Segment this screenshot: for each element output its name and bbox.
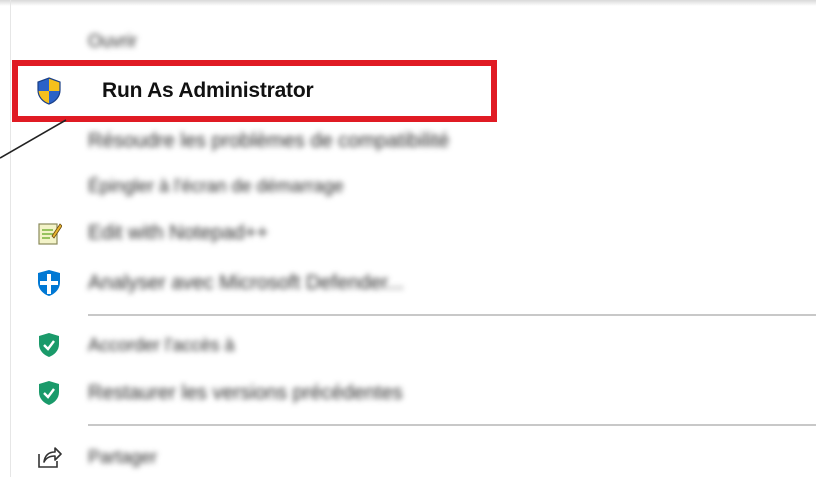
context-menu: Ouvrir Run As Administrator Résoudre les… <box>0 0 816 477</box>
green-shield-icon <box>36 332 62 358</box>
menu-top-edge <box>0 0 816 6</box>
menu-item-label: Épingler à l'écran de démarrage <box>88 175 344 196</box>
defender-icon <box>36 270 62 296</box>
menu-item-label: Edit with Notepad++ <box>88 221 269 244</box>
menu-item-pin-to-start[interactable]: Épingler à l'écran de démarrage <box>0 163 816 209</box>
menu-item-scan-with-defender[interactable]: Analyser avec Microsoft Defender... <box>0 260 816 306</box>
menu-separator <box>88 424 816 426</box>
menu-separator <box>88 314 816 316</box>
menu-item-share[interactable]: Partager <box>0 434 816 480</box>
menu-item-edit-with-notepad[interactable]: Edit with Notepad++ <box>0 210 816 256</box>
menu-item-label: Accorder l'accès à <box>88 334 235 355</box>
menu-item-troubleshoot-compatibility[interactable]: Résoudre les problèmes de compatibilité <box>0 118 816 164</box>
menu-item-label: Ouvrir <box>88 30 137 51</box>
notepad-icon <box>36 220 62 246</box>
green-shield-icon <box>36 380 62 406</box>
menu-item-label: Résoudre les problèmes de compatibilité <box>88 129 450 152</box>
menu-item-give-access[interactable]: Accorder l'accès à <box>0 322 816 368</box>
menu-item-open[interactable]: Ouvrir <box>0 18 816 64</box>
menu-item-label: Analyser avec Microsoft Defender... <box>88 271 404 294</box>
share-icon <box>36 444 62 470</box>
menu-item-label: Restaurer les versions précédentes <box>88 381 403 404</box>
highlight-box <box>12 60 497 122</box>
menu-item-restore-previous-versions[interactable]: Restaurer les versions précédentes <box>0 370 816 416</box>
menu-item-label: Partager <box>88 446 158 467</box>
